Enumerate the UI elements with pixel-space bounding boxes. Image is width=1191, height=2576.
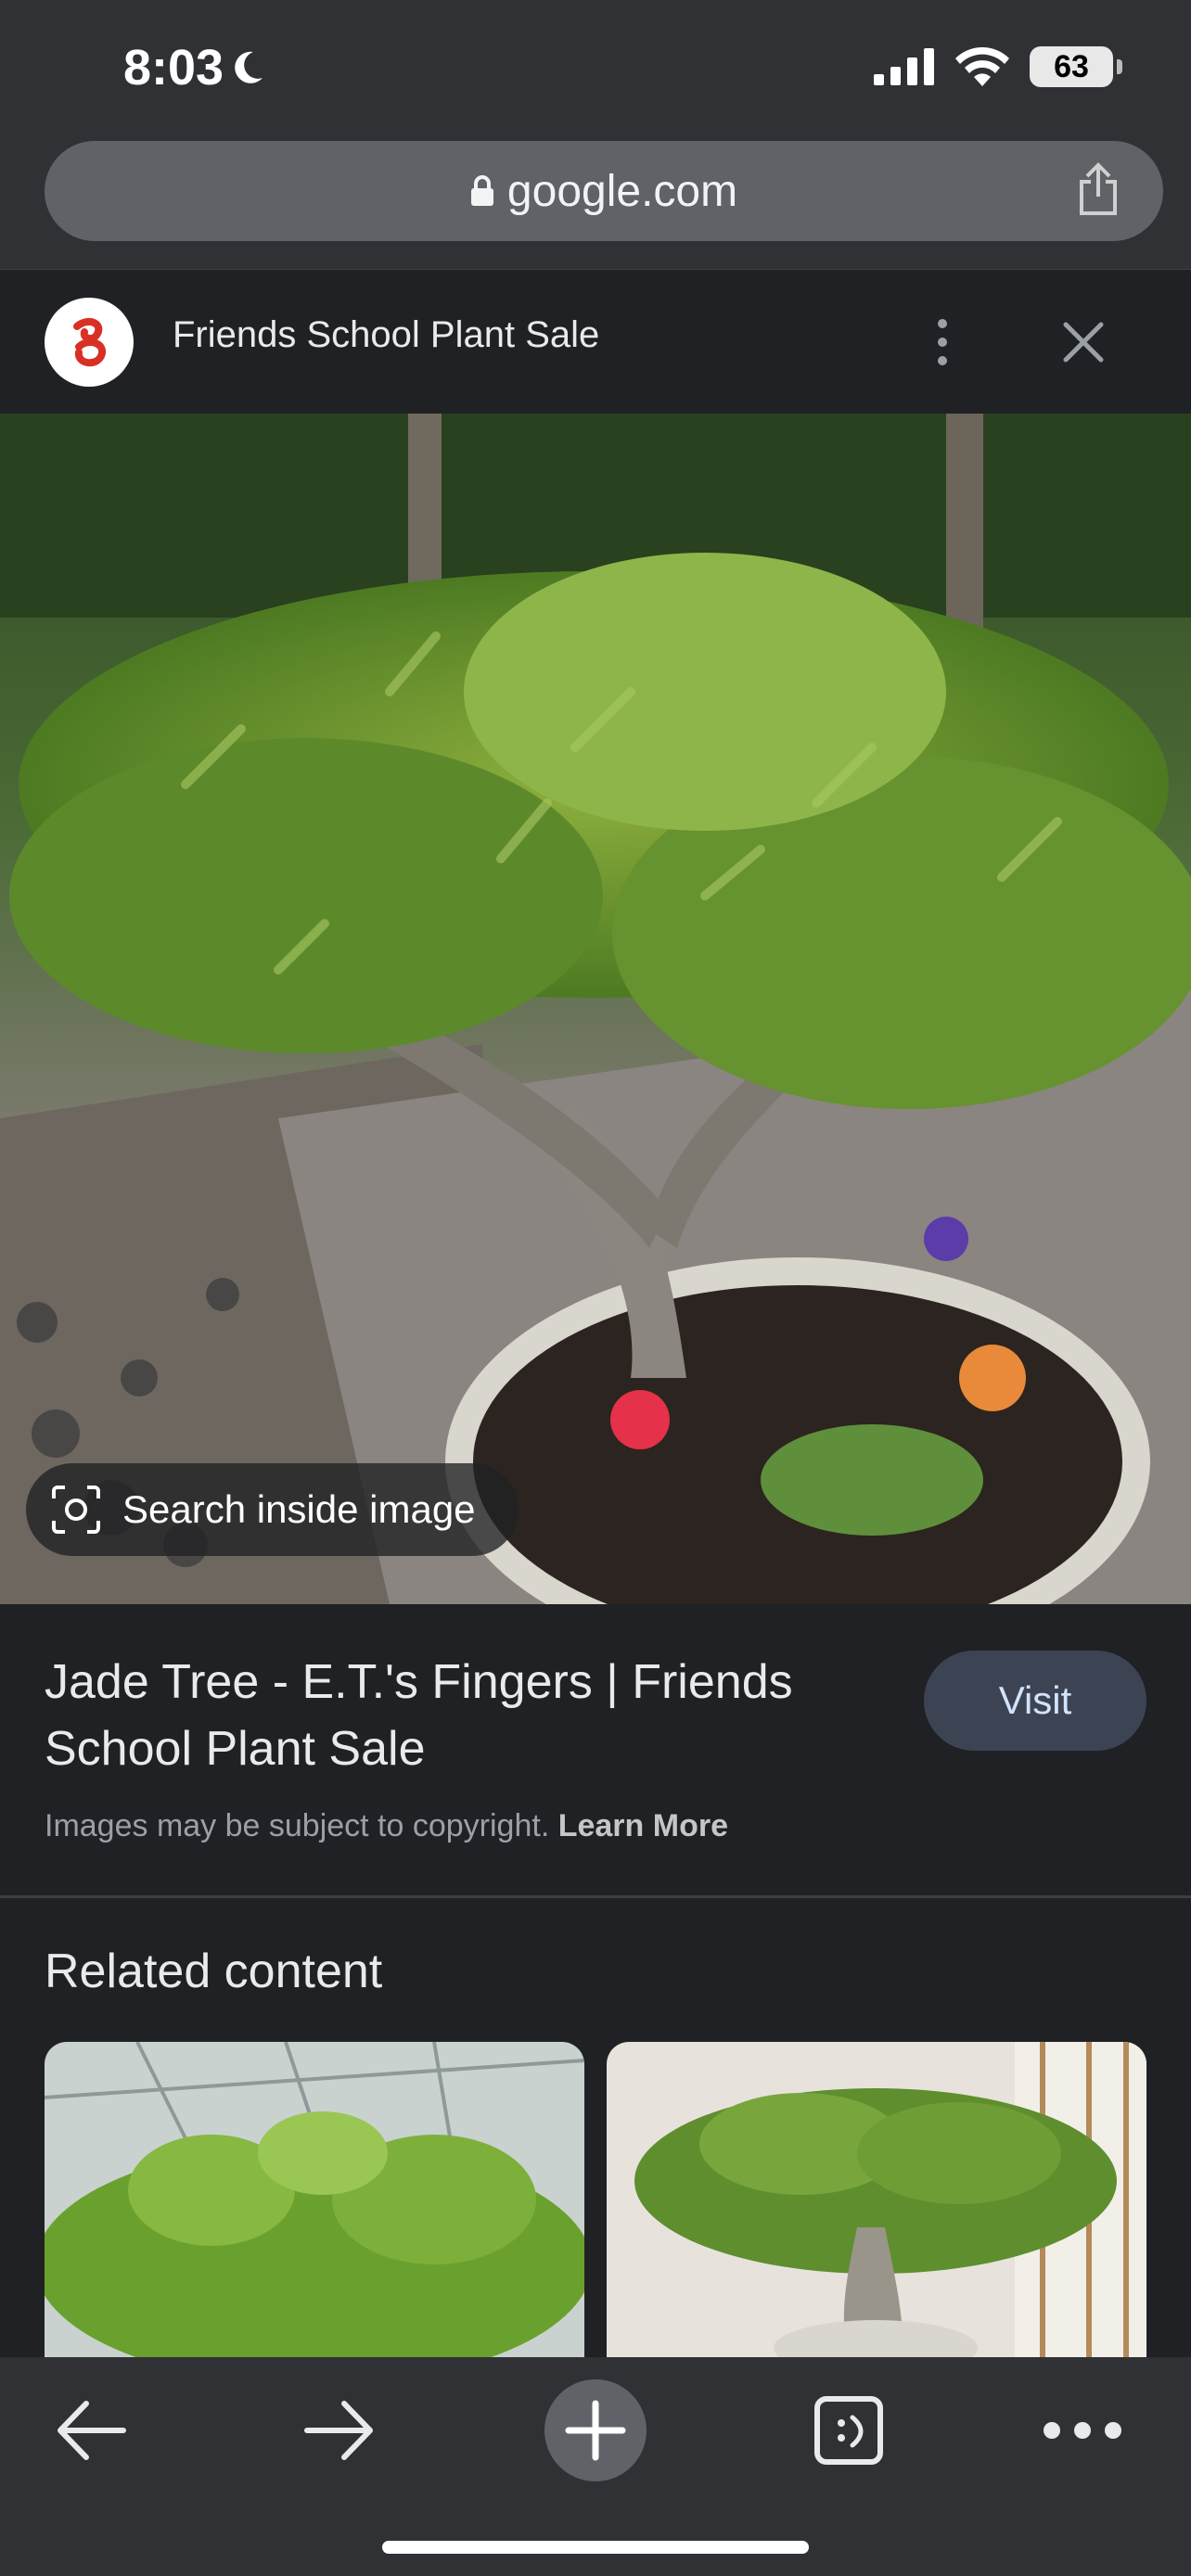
time-text: 8:03 — [123, 40, 224, 96]
forward-arrow-icon[interactable] — [289, 2379, 391, 2481]
source-logo[interactable] — [45, 298, 134, 387]
url-display: google.com — [470, 166, 737, 217]
result-title[interactable]: Jade Tree - E.T.'s Fingers | Friends Sch… — [45, 1649, 861, 1782]
status-time: 8:03 — [123, 39, 264, 96]
jade-tree-photo — [0, 414, 1191, 1604]
lock-icon — [470, 175, 493, 206]
plus-icon[interactable] — [544, 2379, 647, 2481]
related-thumbnail[interactable] — [607, 2042, 1146, 2357]
battery-indicator: 63 — [1030, 46, 1122, 87]
related-image-2 — [607, 2042, 1146, 2357]
moon-icon — [235, 51, 263, 83]
status-bar: 8:03 63 — [0, 0, 1191, 139]
wifi-icon — [955, 47, 1009, 86]
related-image-1 — [45, 2042, 584, 2357]
copyright-notice: Images may be subject to copyright. Lear… — [45, 1808, 728, 1844]
address-bar[interactable]: google.com — [45, 141, 1163, 241]
lens-icon — [52, 1486, 100, 1534]
search-inside-image-button[interactable]: Search inside image — [26, 1463, 519, 1556]
status-icons: 63 — [874, 46, 1122, 87]
copyright-text: Images may be subject to copyright. — [45, 1808, 550, 1843]
related-content-heading: Related content — [45, 1945, 383, 1998]
section-divider — [0, 1895, 1191, 1898]
main-image[interactable] — [0, 414, 1191, 1604]
related-thumbnail[interactable] — [45, 2042, 584, 2357]
source-header: Friends School Plant Sale — [0, 269, 1191, 414]
close-icon[interactable] — [1046, 305, 1121, 379]
more-vert-icon[interactable] — [924, 305, 961, 379]
learn-more-link[interactable]: Learn More — [558, 1808, 728, 1843]
back-arrow-icon[interactable] — [39, 2379, 141, 2481]
signal-icon — [874, 48, 934, 85]
visit-button[interactable]: Visit — [924, 1651, 1146, 1751]
more-horiz-icon[interactable] — [1031, 2379, 1133, 2481]
search-inside-label: Search inside image — [122, 1487, 476, 1531]
source-title[interactable]: Friends School Plant Sale — [173, 314, 599, 356]
share-icon[interactable] — [1074, 161, 1122, 217]
home-indicator[interactable] — [382, 2541, 809, 2554]
tabs-icon[interactable] — [798, 2379, 900, 2481]
plant-sale-logo-icon — [73, 317, 107, 367]
url-text: google.com — [506, 166, 738, 216]
